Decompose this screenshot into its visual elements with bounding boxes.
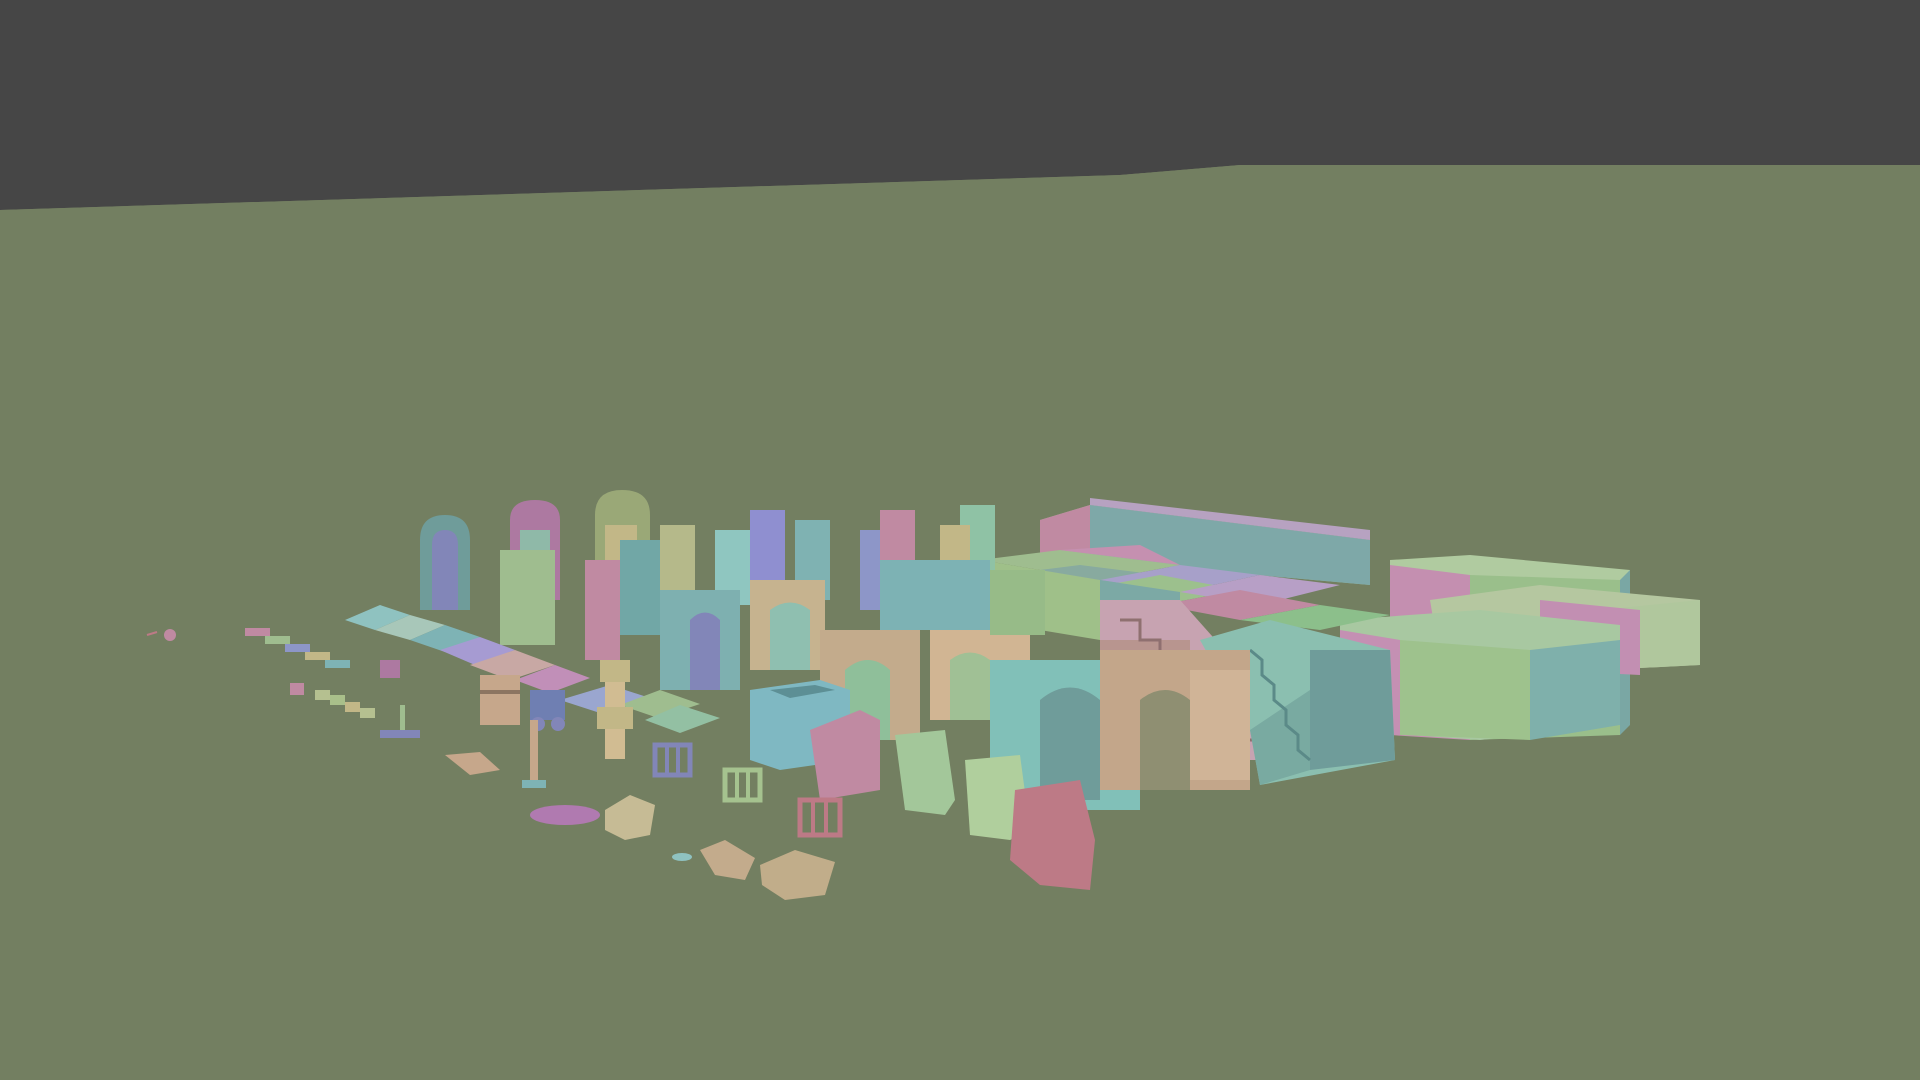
green-stone-slab-1[interactable] bbox=[895, 730, 955, 815]
brick-wall-green[interactable] bbox=[990, 570, 1045, 635]
arch-doorway-1[interactable] bbox=[420, 515, 470, 610]
brick-wall-panel-6[interactable] bbox=[750, 510, 785, 580]
scene-render[interactable] bbox=[0, 0, 1920, 1080]
small-tile-3[interactable] bbox=[285, 644, 310, 652]
small-tile-4[interactable] bbox=[305, 652, 330, 660]
arch-wall-tan-1[interactable] bbox=[750, 580, 825, 670]
arch-wall-teal-1[interactable] bbox=[660, 590, 740, 690]
arch-wall-tan-4[interactable] bbox=[1100, 650, 1250, 790]
purple-puddle[interactable] bbox=[530, 805, 600, 825]
sphere-prop[interactable] bbox=[164, 629, 176, 641]
pebble-prop[interactable] bbox=[672, 853, 692, 861]
brick-wall-panel-3[interactable] bbox=[620, 540, 665, 635]
small-crate-prop[interactable] bbox=[290, 683, 304, 695]
brick-wall-panel-4[interactable] bbox=[660, 525, 695, 590]
small-tile-1[interactable] bbox=[245, 628, 270, 636]
3d-viewport[interactable] bbox=[0, 0, 1920, 1080]
blue-plank[interactable] bbox=[380, 730, 420, 738]
small-tile-5[interactable] bbox=[325, 660, 350, 668]
green-post[interactable] bbox=[400, 705, 405, 730]
brick-wall-teal-wide[interactable] bbox=[880, 560, 990, 630]
brick-wall-panel-2[interactable] bbox=[585, 560, 620, 660]
brick-wall-panel-1[interactable] bbox=[500, 550, 555, 645]
small-tile-2[interactable] bbox=[265, 636, 290, 644]
small-cube-prop[interactable] bbox=[380, 660, 400, 678]
barrel-prop[interactable] bbox=[480, 675, 520, 725]
